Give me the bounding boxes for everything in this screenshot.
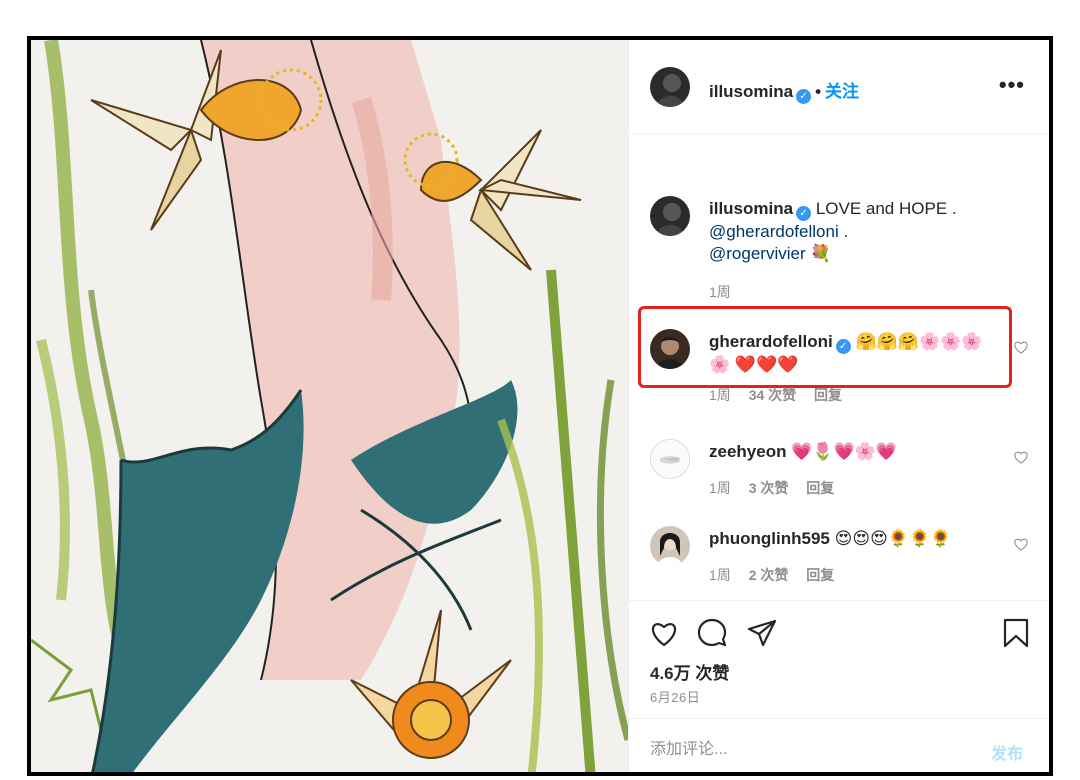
verified-badge-icon: ✓ [796,206,812,221]
caption-time: 1周 [709,284,731,300]
post-panel: illusomina ✓ • 关注 ••• illusomina ✓ LOVE and … [628,40,1049,772]
caption-meta: 1周 [709,282,745,302]
comment-input[interactable] [650,735,970,765]
comment-username[interactable]: phuonglinh595 [709,529,830,548]
comment-avatar[interactable] [650,329,690,369]
comments-list[interactable]: illusomina ✓ LOVE and HOPE . @gherardofel… [629,134,1049,600]
mention-link[interactable]: @gherardofelloni [709,222,839,241]
post-image[interactable] [31,40,628,772]
reply-button[interactable]: 回复 [806,567,834,583]
avatar-image [650,196,690,236]
comment-avatar[interactable] [650,526,690,566]
verified-badge-icon: ✓ [835,339,851,354]
comment-text: 😍😍😍🌻🌻🌻 [834,529,952,548]
comment-body: phuonglinh595 😍😍😍🌻🌻🌻 [709,528,1003,550]
follow-button[interactable]: 关注 [825,82,859,101]
avatar-image [650,329,690,369]
heart-icon[interactable] [648,617,680,649]
post-frame: illusomina ✓ • 关注 ••• illusomina ✓ LOVE and … [27,36,1053,776]
illustration-artwork [31,40,628,772]
comment-time: 1周 [709,480,731,496]
comment-time: 1周 [709,387,731,403]
author-avatar[interactable] [650,67,690,107]
comment-like-heart-icon[interactable] [1013,449,1029,465]
post-header: illusomina ✓ • 关注 ••• [629,40,1049,134]
post-actions: 4.6万 次赞 6月26日 [629,600,1049,718]
caption-username[interactable]: illusomina [709,199,793,218]
avatar-image [650,67,690,107]
mention-link[interactable]: @rogervivier [709,244,806,263]
bookmark-icon[interactable] [1000,617,1032,649]
reply-button[interactable]: 回复 [806,480,834,496]
caption-avatar[interactable] [650,196,690,236]
speech-bubble-icon [697,618,727,647]
heart-outline-icon [1014,451,1028,464]
separator-dot: • [815,82,822,101]
comment-username[interactable]: zeehyeon [709,442,786,461]
caption-text-suffix: . [838,222,849,241]
heart-outline-icon [1014,341,1028,354]
comment-meta: 1周 2 次赞 回复 [709,565,848,585]
comment-likes[interactable]: 34 次赞 [749,387,796,403]
bouquet-emoji: 💐 [810,244,832,263]
save-icon [1003,618,1029,648]
comment-avatar[interactable] [650,439,690,479]
heart-outline-icon [1014,538,1028,551]
reply-button[interactable]: 回复 [814,387,842,403]
comment-meta: 1周 3 次赞 回复 [709,478,848,498]
comment-like-heart-icon[interactable] [1013,339,1029,355]
comment-body: zeehyeon 💗🌷💗🌸💗 [709,441,1003,463]
avatar-image [651,440,689,478]
post-comment-button[interactable]: 发布 [991,740,1023,764]
caption-text: LOVE and HOPE . [815,199,957,218]
heart-outline-icon [652,623,676,647]
comment-like-heart-icon[interactable] [1013,536,1029,552]
likes-count[interactable]: 4.6万 次赞 [650,659,729,684]
author-username[interactable]: illusomina [709,82,793,101]
share-icon [747,619,777,647]
comment-icon[interactable] [696,617,728,649]
avatar-image [650,526,690,566]
comment-likes[interactable]: 2 次赞 [749,567,789,583]
verified-badge-icon: ✓ [796,89,812,104]
post-date: 6月26日 [650,690,701,705]
comment-username[interactable]: gherardofelloni [709,332,833,351]
author-line: illusomina ✓ • 关注 [709,77,859,104]
comment-likes[interactable]: 3 次赞 [749,480,789,496]
comment-meta: 1周 34 次赞 回复 [709,385,856,405]
caption-body: illusomina ✓ LOVE and HOPE . @gherardofel… [709,198,1003,265]
add-comment-bar: 发布 [629,718,1049,772]
paper-plane-icon[interactable] [746,617,778,649]
more-options-icon[interactable]: ••• [999,72,1025,98]
comment-body: gherardofelloni ✓ 🤗🤗🤗🌸🌸🌸🌸 ❤️❤️❤️ [709,331,993,376]
comment-time: 1周 [709,567,731,583]
comment-text: 💗🌷💗🌸💗 [791,442,898,461]
